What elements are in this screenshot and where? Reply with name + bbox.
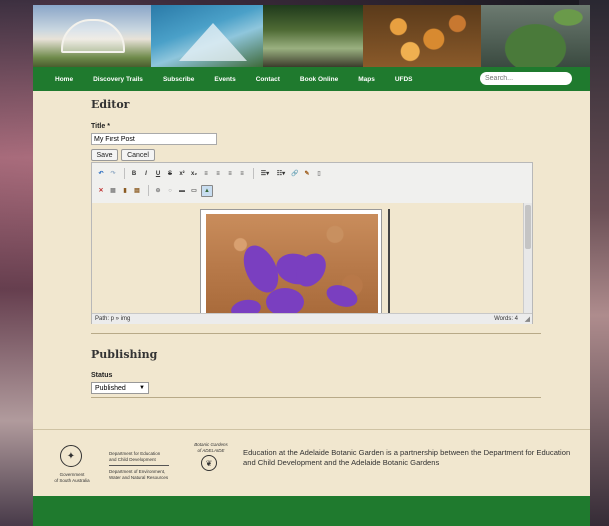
element-path: Path: p » img <box>95 316 131 322</box>
nav-item-home[interactable]: Home <box>45 76 83 83</box>
nav-item-contact[interactable]: Contact <box>246 76 290 83</box>
botanic-gardens-line-2: of ADELAIDE <box>197 447 225 453</box>
scrollbar-thumb[interactable] <box>525 205 531 249</box>
botanic-gardens-logo-text: Botanic Gardens of ADELAIDE <box>191 442 231 453</box>
align-justify-icon[interactable]: ≡ <box>237 169 247 179</box>
section-divider <box>91 397 541 398</box>
numbered-list-icon[interactable]: ☷▾ <box>274 169 288 179</box>
botanic-gardens-line-1: Botanic Gardens <box>194 442 228 447</box>
nav-item-maps[interactable]: Maps <box>348 76 385 83</box>
nav-item-book-online[interactable]: Book Online <box>290 76 348 83</box>
editor-scrollbar[interactable] <box>523 203 532 313</box>
dept-education-line-2: and Child Development <box>109 456 156 462</box>
paste-word-icon[interactable]: ▮ <box>120 186 130 196</box>
govt-sa-label: Government of South Australia <box>47 472 97 483</box>
bold-icon[interactable]: B <box>129 169 139 179</box>
word-count: Words: 4 <box>494 316 518 322</box>
superscript-icon[interactable]: x² <box>177 169 187 179</box>
banner-photo-garden-visitors <box>263 5 363 67</box>
status-select-value: Published <box>95 384 126 392</box>
toolbar-separator <box>148 185 149 196</box>
dept-environment-line-2: Water and Natural Resources <box>109 474 169 480</box>
nav-item-subscribe[interactable]: Subscribe <box>153 76 204 83</box>
page-container: Home Discovery Trails Subscribe Events C… <box>33 5 590 526</box>
header-banner <box>33 5 590 67</box>
media-icon[interactable]: ▭ <box>189 186 199 196</box>
nav-item-ufds[interactable]: UFDS <box>385 76 423 83</box>
image-icon[interactable]: ▲ <box>201 184 213 197</box>
undo-icon[interactable]: ↶ <box>96 169 106 179</box>
footer-bar <box>33 496 590 526</box>
section-divider <box>91 333 541 334</box>
dept-environment-line-1: Department of Environment, <box>109 469 166 474</box>
paste-text-icon[interactable]: ▦ <box>108 186 118 196</box>
chevron-down-icon: ▼ <box>139 385 145 391</box>
main-nav: Home Discovery Trails Subscribe Events C… <box>33 67 590 91</box>
nav-item-events[interactable]: Events <box>204 76 245 83</box>
footer-partnership-text: Education at the Adelaide Botanic Garden… <box>243 448 571 467</box>
dept-education-label: Department for Education and Child Devel… <box>109 451 160 462</box>
align-left-icon[interactable]: ≡ <box>201 169 211 179</box>
nav-item-discovery-trails[interactable]: Discovery Trails <box>83 76 153 83</box>
government-crest-icon: ✦ <box>60 445 82 467</box>
italic-icon[interactable]: I <box>141 169 151 179</box>
subscript-icon[interactable]: x₂ <box>189 169 199 179</box>
editor-toolbar-row-2: ✕ ▦ ▮ ▤ ⊕ ○ ▬ ▭ ▲ <box>92 182 532 199</box>
banner-photo-fungi <box>363 5 481 67</box>
toolbar-separator <box>253 168 254 179</box>
paste-icon[interactable]: ▤ <box>132 186 142 196</box>
banner-photo-water-lilies <box>481 5 590 67</box>
unlink-icon[interactable]: ✎ <box>302 169 312 179</box>
dept-divider <box>109 465 169 466</box>
strikethrough-icon[interactable]: S <box>165 169 175 179</box>
status-select[interactable]: Published ▼ <box>91 382 149 394</box>
insert-table-icon[interactable]: ⊕ <box>153 186 163 196</box>
editor-toolbar-row-1: ↶ ↷ B I U S x² x₂ ≡ ≡ ≡ ≡ ☰▾ ☷▾ 🔗 ✎ ▯ <box>92 165 532 182</box>
editor-status-bar: Path: p » img Words: 4 ◢ <box>92 313 532 324</box>
rich-text-editor: ↶ ↷ B I U S x² x₂ ≡ ≡ ≡ ≡ ☰▾ ☷▾ 🔗 ✎ ▯ ✕ … <box>91 162 533 324</box>
underline-icon[interactable]: U <box>153 169 163 179</box>
flower-petal <box>229 297 263 313</box>
publishing-heading: Publishing <box>91 348 158 361</box>
title-label: Title * <box>91 123 110 130</box>
footer-divider <box>33 429 590 430</box>
govt-sa-line-2: of South Australia <box>54 477 90 483</box>
status-label: Status <box>91 372 113 379</box>
toolbar-separator <box>124 168 125 179</box>
anchor-icon[interactable]: ▯ <box>314 169 324 179</box>
remove-format-icon[interactable]: ✕ <box>96 186 106 196</box>
inserted-image[interactable] <box>200 209 382 313</box>
hr-icon[interactable]: ○ <box>165 186 175 196</box>
save-button[interactable]: Save <box>91 149 118 161</box>
botanic-gardens-logo-icon: ❦ <box>201 455 217 471</box>
charmap-icon[interactable]: ▬ <box>177 186 187 196</box>
align-center-icon[interactable]: ≡ <box>213 169 223 179</box>
bullet-list-icon[interactable]: ☰▾ <box>258 169 272 179</box>
search-input[interactable] <box>480 72 572 85</box>
image-resize-edge <box>388 209 390 313</box>
editor-content-area[interactable] <box>92 203 523 313</box>
align-right-icon[interactable]: ≡ <box>225 169 235 179</box>
resize-handle-icon[interactable]: ◢ <box>525 315 530 323</box>
flower-petal <box>266 288 304 313</box>
redo-icon[interactable]: ↷ <box>108 169 118 179</box>
title-input[interactable] <box>91 133 217 145</box>
dept-environment-label: Department of Environment, Water and Nat… <box>109 469 168 480</box>
link-icon[interactable]: 🔗 <box>290 169 300 179</box>
editor-heading: Editor <box>91 98 130 111</box>
flower-photo <box>206 214 378 313</box>
banner-photo-bicentennial-conservatory <box>151 5 263 67</box>
dept-education-line-1: Department for Education <box>109 451 161 456</box>
banner-photo-palm-house <box>33 5 151 67</box>
cancel-button[interactable]: Cancel <box>121 149 155 161</box>
flower-petal <box>323 281 361 311</box>
